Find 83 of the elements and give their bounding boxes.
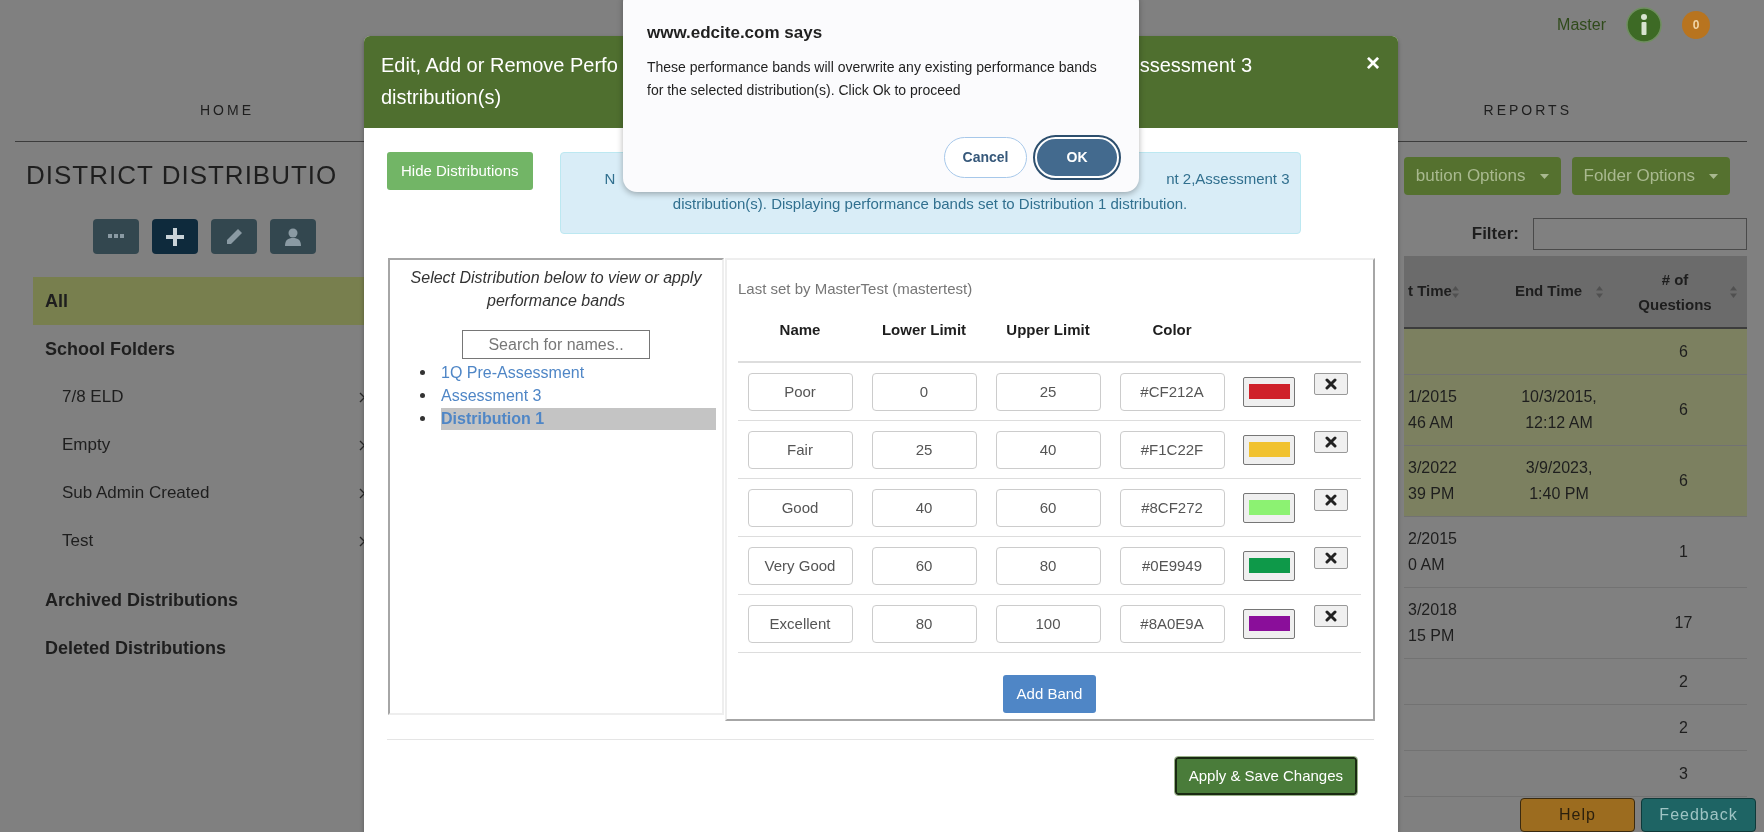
table-row[interactable]: 3 (1404, 751, 1747, 797)
upper-limit-field[interactable]: 100 (995, 604, 1101, 643)
notice-text: distribution(s). Displaying performance bands set to Distribution 1 distribution. (672, 194, 1188, 214)
band-name-field[interactable]: Excellent (747, 604, 853, 643)
alert-message: These performance bands will overwrite any existing performance bands for the selected distribution(s). Click Ok to proceed (647, 58, 1097, 100)
color-code-field[interactable]: #F1C22F (1119, 430, 1225, 469)
search-field[interactable]: Search for names.. (462, 330, 650, 359)
apply-save-button[interactable]: Apply & Save Changes (1174, 757, 1357, 795)
band-name-field[interactable]: Poor (747, 372, 853, 411)
table-cell-text: 2 (1679, 671, 1688, 692)
ok-button[interactable]: OK (1035, 137, 1119, 178)
color-code-field[interactable]: #8CF272 (1119, 488, 1225, 527)
table-row[interactable]: 1/2015 46 AM 10/3/2015, 12:12 AM 6 (1404, 375, 1747, 446)
page-title: DISTRICT DISTRIBUTIO (26, 159, 338, 192)
modal-title: ssessment 3 (1139, 53, 1252, 78)
folder-name: Sub Admin Created (62, 482, 210, 505)
alert-title: www.edcite.com says (647, 22, 824, 44)
hide-distributions-button[interactable]: Hide Distributions (387, 152, 533, 190)
lower-limit-field[interactable]: 80 (871, 604, 977, 643)
band-name-field[interactable]: Good (747, 488, 853, 527)
cancel-button[interactable]: Cancel (944, 137, 1027, 178)
panel-heading: Select Distribution below to view or apply performance bands (409, 268, 703, 311)
table-cell-text: 6 (1679, 341, 1688, 362)
options-dropdown[interactable]: bution Options (1403, 157, 1561, 195)
band-name-field[interactable]: Fair (747, 430, 853, 469)
modal-title: Edit, Add or Remove Perfo (381, 53, 618, 78)
upper-limit-field[interactable]: 25 (995, 372, 1101, 411)
close-button[interactable]: × (1366, 49, 1380, 77)
table-cell-text: 3/2022 39 PM (1408, 458, 1458, 504)
nav-link[interactable]: HOME (200, 100, 254, 126)
table-row[interactable]: 6 (1404, 329, 1747, 375)
table-cell-text: 3/9/2023, 1:40 PM (1524, 458, 1594, 504)
color-code-field[interactable]: #8A0E9A (1119, 604, 1225, 643)
folder-name: 7/8 ELD (62, 386, 124, 409)
table-row[interactable]: 2/2015 0 AM 1 (1404, 517, 1747, 588)
table-cell-text: 10/3/2015, 12:12 AM (1520, 387, 1598, 433)
upper-limit-field[interactable]: 60 (995, 488, 1101, 527)
filter-label: Filter: (1471, 223, 1519, 246)
help-button[interactable]: Help (1520, 798, 1635, 832)
table-cell-text: 6 (1679, 471, 1688, 491)
column-header[interactable]: # of Questions (1630, 266, 1720, 317)
color-code-field[interactable]: #0E9949 (1119, 546, 1225, 585)
table-cell-text: 3 (1679, 763, 1688, 784)
add-band-button[interactable]: Add Band (1002, 675, 1097, 713)
column-header: Lower Limit (881, 320, 967, 340)
column-header[interactable]: t Time (1408, 280, 1452, 303)
band-name-field[interactable]: Very Good (747, 546, 853, 585)
table-cell-text: 3/2018 15 PM (1408, 600, 1458, 646)
table-row[interactable]: 3/2018 15 PM 17 (1404, 588, 1747, 659)
options-dropdown[interactable]: Folder Options (1571, 157, 1730, 195)
table-cell-text: 2/2015 0 AM (1408, 529, 1458, 575)
column-header[interactable]: End Time (1514, 280, 1583, 303)
folder-name: Test (62, 530, 94, 553)
distribution-link[interactable]: 1Q Pre-Assessment (441, 361, 716, 384)
upper-limit-field[interactable]: 40 (995, 430, 1101, 469)
color-code-field[interactable]: #CF212A (1119, 372, 1225, 411)
column-header: Color (1152, 320, 1192, 340)
feedback-button[interactable]: Feedback (1641, 798, 1756, 832)
table-row[interactable]: 3/2022 39 PM 3/9/2023, 1:40 PM 6 (1404, 446, 1747, 517)
lower-limit-field[interactable]: 0 (871, 372, 977, 411)
notice-text: nt 2,Assessment 3 (1166, 169, 1290, 189)
modal-title: distribution(s) (381, 85, 502, 110)
distribution-link[interactable]: Distribution 1 (441, 407, 716, 430)
lower-limit-field[interactable]: 25 (871, 430, 977, 469)
table-cell-text: 1/2015 46 AM (1408, 387, 1458, 433)
table-cell-text: 1 (1679, 542, 1688, 562)
distribution-link[interactable]: Assessment 3 (441, 384, 716, 407)
upper-limit-field[interactable]: 80 (995, 546, 1101, 585)
nav-link[interactable]: REPORTS (1483, 100, 1572, 126)
table-row[interactable]: 2 (1404, 659, 1747, 705)
folder-name: Empty (62, 434, 111, 457)
table-cell-text: 17 (1674, 613, 1693, 633)
column-header: Upper Limit (1006, 320, 1090, 340)
last-set-text: Last set by MasterTest (mastertest) (738, 279, 974, 299)
user-name[interactable]: Master (1557, 13, 1606, 37)
lower-limit-field[interactable]: 40 (871, 488, 977, 527)
table-cell-text: 2 (1679, 717, 1688, 738)
table-row[interactable]: 2 (1404, 705, 1747, 751)
column-header: Name (779, 320, 821, 340)
notice-text: N (604, 169, 616, 189)
table-cell-text: 6 (1679, 400, 1688, 420)
notification-badge[interactable]: 0 (1682, 11, 1710, 39)
lower-limit-field[interactable]: 60 (871, 546, 977, 585)
